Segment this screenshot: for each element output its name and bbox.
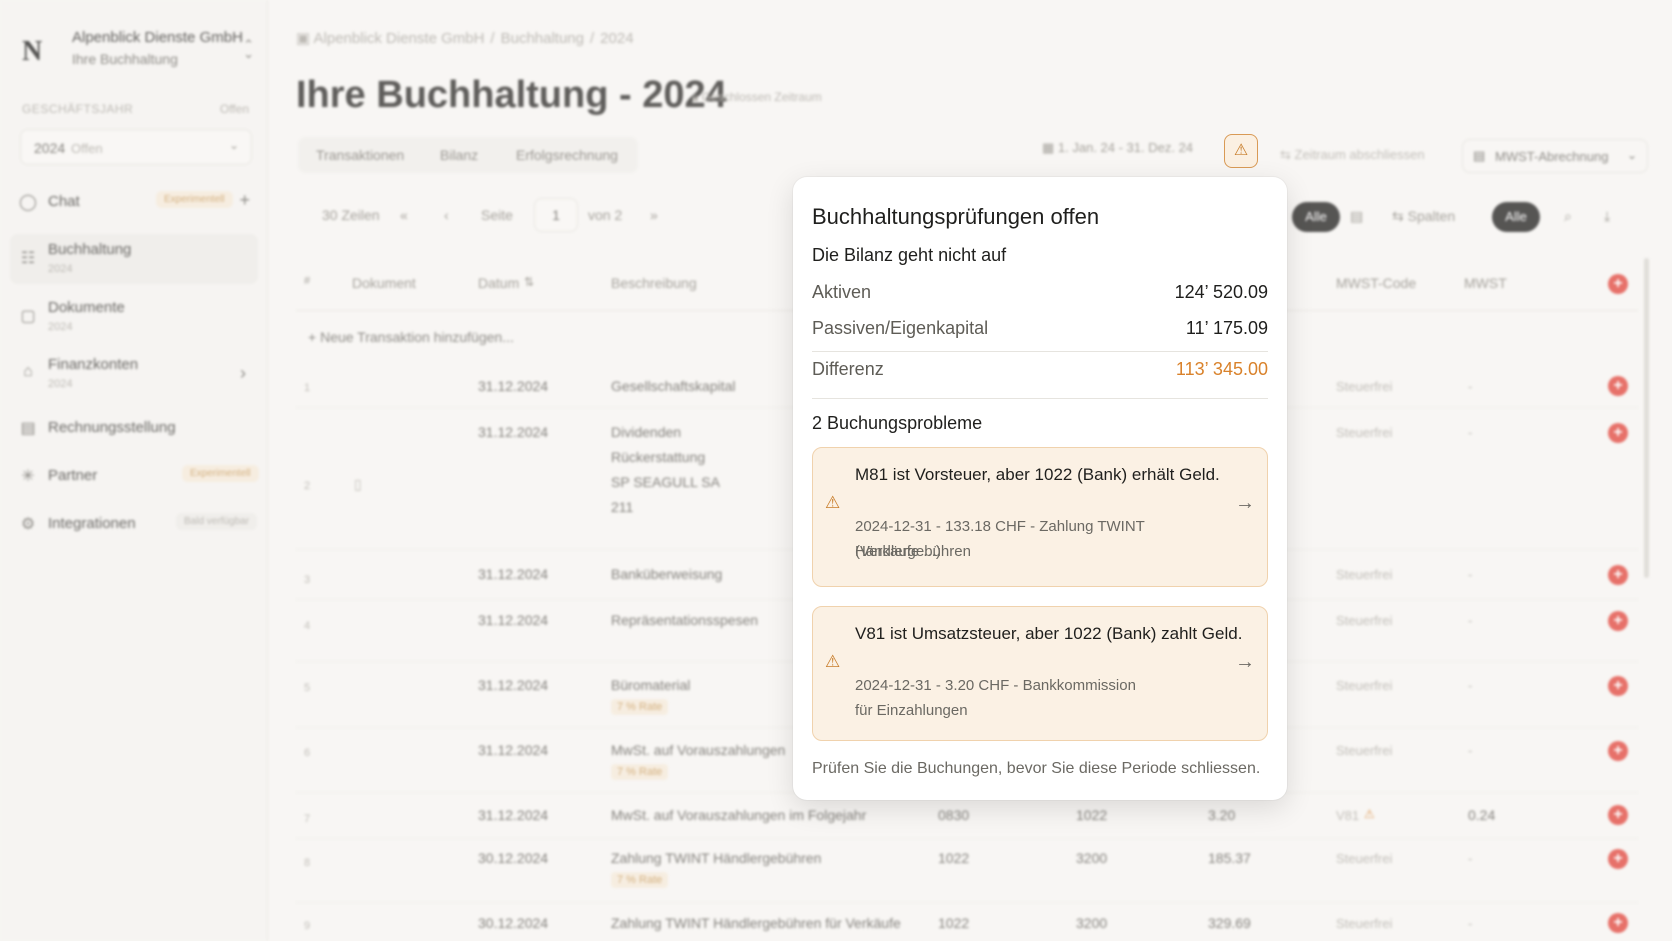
accounting-checks-popover: Buchhaltungsprüfungen offen Die Bilanz g… bbox=[793, 177, 1287, 800]
issue-detail: 2024-12-31 - 3.20 CHF - Bankkommission bbox=[855, 677, 1136, 694]
issue-title: M81 ist Vorsteuer, aber 1022 (Bank) erhä… bbox=[855, 465, 1220, 484]
warning-icon: ⚠ bbox=[825, 652, 841, 671]
difference-value: 113’ 345.00 bbox=[1175, 359, 1268, 379]
divider bbox=[812, 398, 1268, 399]
divider bbox=[812, 351, 1268, 352]
issue-detail-line: (Verkäufe ...) bbox=[855, 543, 941, 560]
difference-label: Differenz bbox=[812, 359, 884, 379]
arrow-right-icon[interactable]: → bbox=[1235, 651, 1255, 674]
issue-card[interactable]: ⚠ V81 ist Umsatzsteuer, aber 1022 (Bank)… bbox=[812, 606, 1268, 741]
assets-label: Aktiven bbox=[812, 282, 872, 302]
issue-title: V81 ist Umsatzsteuer, aber 1022 (Bank) z… bbox=[855, 624, 1243, 643]
liabilities-value: 11’ 175.09 bbox=[1185, 318, 1268, 338]
difference-row: Differenz 113’ 345.00 bbox=[812, 359, 1268, 383]
popover-title: Buchhaltungsprüfungen offen bbox=[812, 204, 1100, 229]
liabilities-label: Passiven/Eigenkapital bbox=[812, 318, 989, 338]
issue-detail-line: für Einzahlungen bbox=[855, 702, 968, 719]
warning-icon: ⚠ bbox=[1233, 142, 1249, 159]
issue-card[interactable]: ⚠ M81 ist Vorsteuer, aber 1022 (Bank) er… bbox=[812, 447, 1268, 587]
issues-heading: 2 Buchungsprobleme bbox=[812, 413, 983, 433]
arrow-right-icon[interactable]: → bbox=[1235, 492, 1255, 515]
warning-icon: ⚠ bbox=[825, 493, 841, 512]
assets-value: 124’ 520.09 bbox=[1174, 282, 1268, 302]
assets-row: Aktiven 124’ 520.09 bbox=[812, 282, 1268, 306]
popover-subtitle: Die Bilanz geht nicht auf bbox=[812, 245, 1007, 265]
popover-footer: Prüfen Sie die Buchungen, bevor Sie dies… bbox=[812, 760, 1261, 777]
accounting-checks-button[interactable]: ⚠ bbox=[1224, 134, 1258, 168]
liabilities-row: Passiven/Eigenkapital 11’ 175.09 bbox=[812, 318, 1268, 342]
